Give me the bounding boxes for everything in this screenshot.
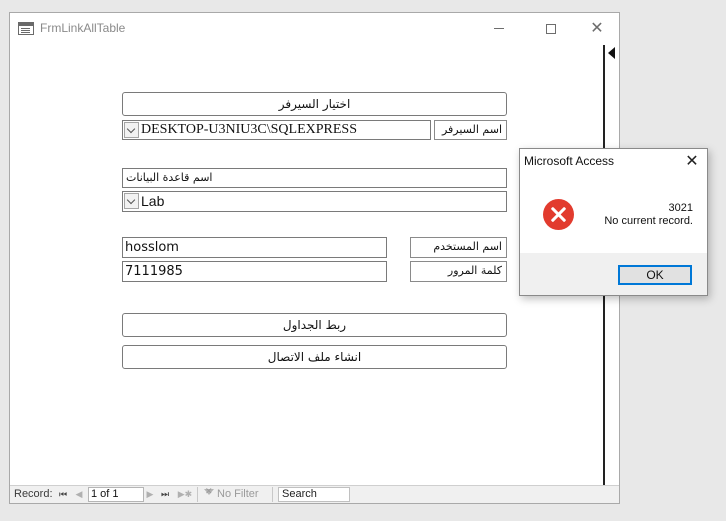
form-detail-area: اختيار السيرفر DESKTOP-U3NIU3C\SQLEXPRES…	[10, 45, 603, 485]
error-dialog: Microsoft Access ✕ 3021 No current recor…	[519, 148, 708, 296]
password-label: كلمة المرور	[410, 261, 507, 282]
password-field[interactable]: 7111985	[122, 261, 387, 282]
previous-record-icon[interactable]: ◀	[73, 488, 85, 500]
filter-status-label: No Filter	[217, 488, 259, 500]
filter-status[interactable]: No Filter	[204, 486, 259, 500]
link-tables-button[interactable]: ربط الجداول	[122, 313, 507, 337]
form-icon	[18, 22, 34, 35]
minimize-icon	[494, 28, 504, 30]
nav-divider	[272, 487, 273, 502]
close-button[interactable]: ✕	[574, 13, 620, 44]
next-record-icon[interactable]: ▶	[144, 488, 156, 500]
chevron-down-icon[interactable]	[124, 193, 139, 209]
new-record-icon[interactable]: ▶✱	[176, 488, 194, 500]
create-connection-file-button[interactable]: انشاء ملف الاتصال	[122, 345, 507, 369]
username-field[interactable]: hosslom	[122, 237, 387, 258]
maximize-button[interactable]	[528, 13, 574, 44]
first-record-icon[interactable]: ⏮	[57, 488, 69, 500]
error-icon	[543, 199, 574, 230]
error-message: No current record.	[604, 215, 693, 227]
server-value: DESKTOP-U3NIU3C\SQLEXPRESS	[141, 122, 357, 137]
error-code: 3021	[668, 202, 693, 214]
record-navigation-bar: Record: ⏮ ◀ 1 of 1 ▶ ⏭ ▶✱ No Filter Sear…	[10, 485, 619, 503]
maximize-icon	[546, 23, 556, 34]
database-label: اسم قاعدة البيانات	[122, 168, 507, 188]
ok-button[interactable]: OK	[618, 265, 692, 285]
record-label: Record:	[14, 488, 53, 500]
record-position-input[interactable]: 1 of 1	[88, 487, 144, 502]
dialog-footer: OK	[520, 253, 707, 295]
window-title: FrmLinkAllTable	[40, 21, 126, 35]
username-label: اسم المستخدم	[410, 237, 507, 258]
minimize-button[interactable]	[476, 13, 522, 44]
database-value: Lab	[141, 193, 165, 209]
server-label: اسم السيرفر	[434, 120, 507, 140]
select-server-button[interactable]: اختيار السيرفر	[122, 92, 507, 116]
no-filter-icon	[204, 486, 214, 498]
dialog-title: Microsoft Access	[524, 154, 615, 168]
server-combo[interactable]: DESKTOP-U3NIU3C\SQLEXPRESS	[122, 120, 431, 140]
dialog-close-icon[interactable]: ✕	[678, 151, 706, 173]
close-icon: ✕	[590, 20, 604, 37]
scroll-arrow-icon[interactable]	[608, 47, 615, 59]
last-record-icon[interactable]: ⏭	[159, 488, 171, 500]
nav-divider	[197, 487, 198, 502]
database-combo[interactable]: Lab	[122, 191, 507, 212]
chevron-down-icon[interactable]	[124, 122, 139, 138]
search-input[interactable]: Search	[278, 487, 350, 502]
title-bar: FrmLinkAllTable ✕	[10, 13, 619, 45]
